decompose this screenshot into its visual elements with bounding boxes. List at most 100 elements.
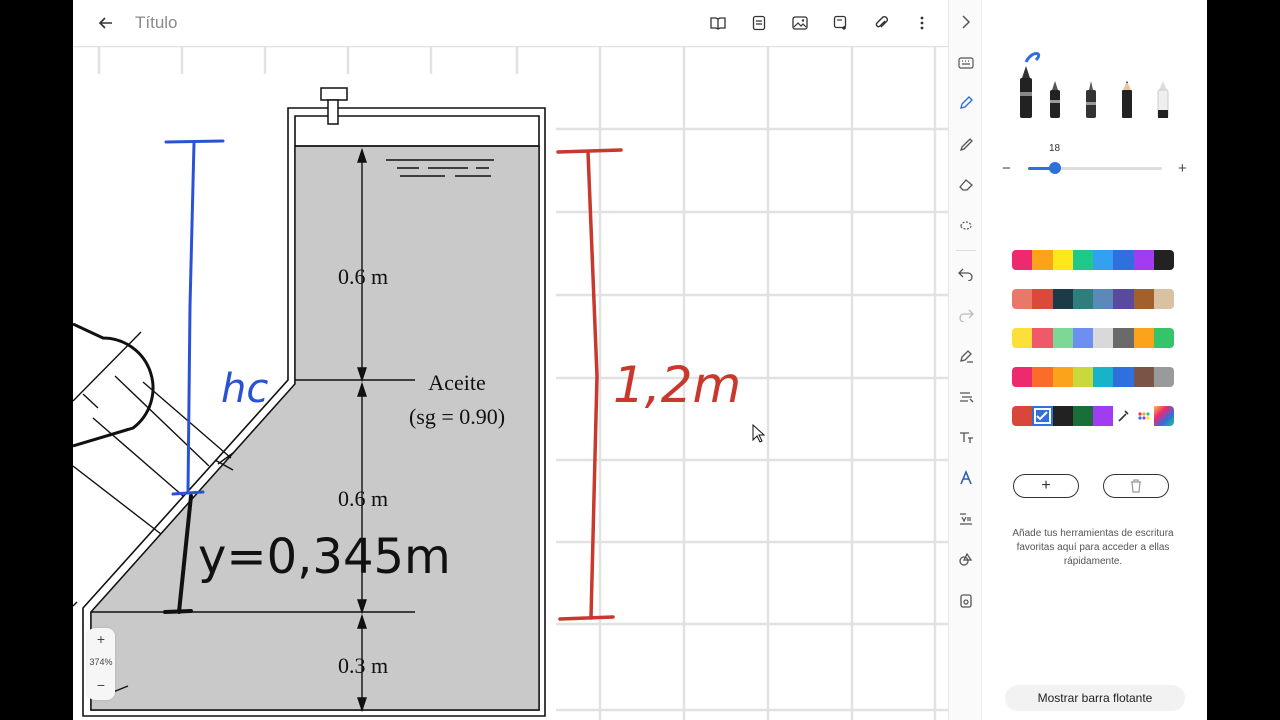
color-palette-row: [1012, 367, 1174, 387]
fluid-name-label: Aceite: [428, 370, 485, 395]
trash-icon: [1131, 479, 1141, 493]
zoom-out-button[interactable]: −: [87, 674, 115, 696]
math-icon[interactable]: [954, 507, 978, 531]
highlighter-pen-icon[interactable]: [1156, 80, 1170, 118]
add-tool-button[interactable]: +: [1013, 474, 1079, 498]
redo-icon[interactable]: [954, 303, 978, 327]
back-arrow-icon[interactable]: [95, 12, 117, 34]
color-swatch[interactable]: [1032, 406, 1053, 426]
color-swatch[interactable]: [1093, 289, 1114, 309]
app-window: Título 0.6 m 0.6 m 0.3 m Aceite (sg = 0.…: [73, 0, 1207, 720]
color-swatch[interactable]: [1113, 328, 1134, 348]
size-increase-button[interactable]: +: [1178, 160, 1187, 177]
ruler-icon[interactable]: [954, 385, 978, 409]
mouse-cursor: [752, 423, 766, 443]
color-swatch[interactable]: [1133, 328, 1154, 348]
color-swatch[interactable]: [1012, 328, 1033, 348]
keyboard-icon[interactable]: [954, 51, 978, 75]
color-palette-row: [1012, 289, 1174, 309]
ink-to-shape-icon[interactable]: [954, 344, 978, 368]
blue-hc-label: hc: [221, 366, 268, 412]
color-swatch[interactable]: [1072, 367, 1093, 387]
color-swatch[interactable]: [1012, 406, 1033, 426]
replay-icon[interactable]: [954, 589, 978, 613]
color-swatch[interactable]: [1032, 250, 1053, 270]
size-value: 18: [1049, 143, 1061, 154]
fluid-sg-label: (sg = 0.90): [409, 404, 505, 429]
pen-icon[interactable]: [954, 91, 978, 115]
color-swatch[interactable]: [1153, 328, 1174, 348]
shapes-icon[interactable]: [954, 548, 978, 572]
size-slider[interactable]: [1028, 162, 1162, 174]
color-swatch[interactable]: [1113, 367, 1134, 387]
color-swatch[interactable]: [1052, 250, 1073, 270]
delete-tool-button[interactable]: [1103, 474, 1169, 498]
color-swatch[interactable]: [1113, 250, 1134, 270]
page-icon[interactable]: [748, 12, 770, 34]
dim-top-label: 0.6 m: [338, 264, 388, 289]
color-swatch[interactable]: [1072, 250, 1093, 270]
checkmark-icon: [1036, 411, 1048, 421]
color-swatch[interactable]: [1093, 328, 1114, 348]
color-swatch[interactable]: [1133, 367, 1154, 387]
ink-text-icon[interactable]: [954, 466, 978, 490]
color-swatch[interactable]: [1133, 250, 1154, 270]
color-swatch[interactable]: [1072, 328, 1093, 348]
pencil-icon[interactable]: [1120, 80, 1134, 118]
color-swatch[interactable]: [1012, 250, 1033, 270]
color-palette-row: [1012, 328, 1174, 348]
color-swatch[interactable]: [1052, 406, 1073, 426]
eraser-icon[interactable]: [954, 172, 978, 196]
favorites-hint-text: Añade tus herramientas de escritura favo…: [1012, 528, 1174, 567]
canvas-drawing: 0.6 m 0.6 m 0.3 m Aceite (sg = 0.90) hc …: [73, 46, 948, 720]
red-height-label: 1,2m: [613, 356, 741, 414]
ballpoint-pen-icon[interactable]: [1048, 80, 1062, 118]
show-floating-bar-button[interactable]: Mostrar barra flotante: [1005, 685, 1185, 711]
fountain-pen-icon[interactable]: [1012, 42, 1052, 118]
image-icon[interactable]: [789, 12, 811, 34]
color-swatch[interactable]: [1153, 367, 1174, 387]
highlighter-icon[interactable]: [954, 131, 978, 155]
color-swatch[interactable]: [1052, 289, 1073, 309]
more-icon[interactable]: [911, 12, 933, 34]
lasso-icon[interactable]: [954, 213, 978, 237]
tool-rail: [948, 0, 982, 720]
eyedropper-icon[interactable]: [1113, 406, 1134, 426]
color-swatch[interactable]: [1072, 406, 1093, 426]
note-canvas[interactable]: 0.6 m 0.6 m 0.3 m Aceite (sg = 0.90) hc …: [73, 46, 948, 720]
color-swatch[interactable]: [1012, 289, 1033, 309]
undo-icon[interactable]: [954, 262, 978, 286]
color-swatch[interactable]: [1052, 328, 1073, 348]
attach-icon[interactable]: [870, 12, 892, 34]
color-swatch[interactable]: [1093, 367, 1114, 387]
color-palette-row: [1012, 250, 1174, 270]
color-palette-row: [1012, 406, 1174, 426]
color-swatch[interactable]: [1093, 406, 1114, 426]
dim-mid-label: 0.6 m: [338, 486, 388, 511]
size-decrease-button[interactable]: −: [1002, 160, 1011, 177]
color-swatch[interactable]: [1012, 367, 1033, 387]
black-y-label: y=0,345m: [198, 529, 451, 585]
dim-bottom-label: 0.3 m: [338, 653, 388, 678]
color-swatch[interactable]: [1133, 289, 1154, 309]
page-title[interactable]: Título: [135, 13, 178, 33]
color-swatch[interactable]: [1113, 289, 1134, 309]
custom-color-swatch[interactable]: [1153, 406, 1174, 426]
color-swatch[interactable]: [1072, 289, 1093, 309]
more-colors-icon[interactable]: [1133, 406, 1154, 426]
zoom-level: 374%: [89, 657, 113, 667]
size-slider-thumb[interactable]: [1049, 162, 1061, 174]
color-swatch[interactable]: [1032, 328, 1053, 348]
fine-pen-icon[interactable]: [1084, 80, 1098, 118]
chevron-right-icon[interactable]: [954, 10, 978, 34]
color-swatch[interactable]: [1093, 250, 1114, 270]
zoom-in-button[interactable]: +: [87, 628, 115, 650]
add-page-icon[interactable]: [830, 12, 852, 34]
color-swatch[interactable]: [1153, 289, 1174, 309]
text-format-icon[interactable]: [954, 425, 978, 449]
color-swatch[interactable]: [1153, 250, 1174, 270]
book-icon[interactable]: [707, 12, 729, 34]
color-swatch[interactable]: [1032, 367, 1053, 387]
color-swatch[interactable]: [1052, 367, 1073, 387]
color-swatch[interactable]: [1032, 289, 1053, 309]
